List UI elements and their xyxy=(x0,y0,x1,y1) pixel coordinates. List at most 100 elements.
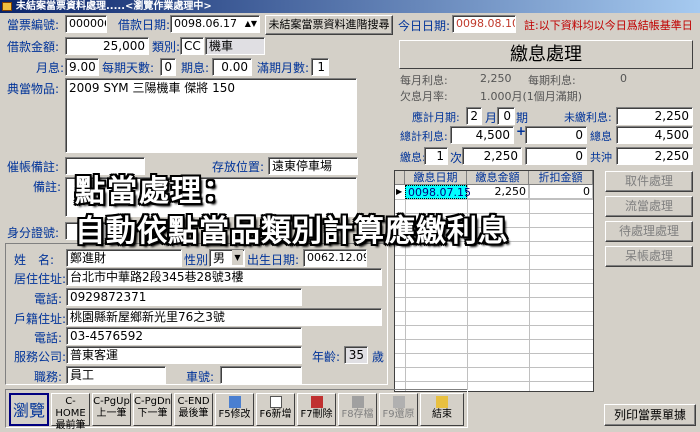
name-label: 姓 名: xyxy=(14,253,55,267)
pay-amount-field[interactable]: 2,250 xyxy=(462,147,522,165)
sex-label: 性別 xyxy=(184,253,209,267)
window-title-bar: 未結案當票資料處理.....<瀏覽作業處理中> xyxy=(0,0,700,13)
cell-discount[interactable]: 0 xyxy=(529,185,593,199)
address-field[interactable]: 台北市中華路2段345巷28號3樓 xyxy=(66,268,382,286)
unpaid-label: 未繳利息: xyxy=(564,111,612,124)
cell-date[interactable]: 0098.07.15 xyxy=(405,185,471,199)
age-label: 年齡: xyxy=(312,350,341,364)
sum-field: 2,250 xyxy=(616,147,693,165)
overdue-value: 1.000月(1個月滿期) xyxy=(480,90,583,103)
age-field: 35 xyxy=(344,346,368,364)
grid-corner xyxy=(395,171,405,185)
interest-title: 繳息處理 xyxy=(399,40,693,69)
job-field[interactable]: 員工 xyxy=(66,366,166,384)
item-field[interactable]: 2009 SYM 三陽機車 傑將 150 xyxy=(65,78,357,153)
spin-icon[interactable]: ▲▼ xyxy=(245,16,257,32)
reg-phone-label: 電話: xyxy=(34,331,63,345)
table-row[interactable]: ▶ 0098.07.15 2,250 0 xyxy=(395,185,593,199)
grid-header-discount[interactable]: 折扣金額 xyxy=(529,171,593,185)
reg-address-field[interactable]: 桃園縣新屋鄉新光里76之3號 xyxy=(66,308,382,326)
total-field: 4,500 xyxy=(450,126,514,144)
next-record-button[interactable]: C-PgDn 下一筆 xyxy=(133,393,172,426)
app-icon xyxy=(2,2,12,11)
print-ticket-button[interactable]: 列印當票單據 xyxy=(604,404,696,426)
calc-period-field[interactable]: 0 xyxy=(497,107,515,125)
undo-icon xyxy=(392,396,405,408)
birth-field[interactable]: 0062.12.09 xyxy=(303,249,367,267)
forfeit-button[interactable]: 流當處理 xyxy=(605,196,693,217)
advanced-search-button[interactable]: 未結案當票資料進階搜尋 xyxy=(265,15,393,35)
exit-door-icon xyxy=(436,396,448,408)
new-document-icon xyxy=(269,396,282,408)
today-label: 今日日期: xyxy=(398,19,451,33)
job-label: 職務: xyxy=(34,370,63,384)
car-field[interactable] xyxy=(220,366,302,384)
full-field[interactable]: 1 xyxy=(311,58,329,76)
memo-label: 備註: xyxy=(33,180,62,194)
bad-debt-button[interactable]: 呆帳處理 xyxy=(605,246,693,267)
grid-header-amount[interactable]: 繳息金額 xyxy=(467,171,529,185)
days-field[interactable]: 0 xyxy=(160,58,176,76)
exit-button[interactable]: 結束 xyxy=(420,393,464,426)
category-code-field[interactable]: CC xyxy=(180,37,204,55)
save-button[interactable]: F8存檔 xyxy=(338,393,377,426)
category-label: 類別: xyxy=(152,40,181,54)
pay-times-field[interactable]: 1 xyxy=(424,147,448,165)
browse-button[interactable]: 瀏覽 xyxy=(9,393,49,426)
today-field: 0098.08.10 xyxy=(452,15,516,33)
company-field[interactable]: 普東客運 xyxy=(66,346,302,364)
payment-grid[interactable]: 繳息日期 繳息金額 折扣金額 ▶ 0098.07.15 2,250 0 xyxy=(394,170,594,392)
add-button[interactable]: F6新增 xyxy=(256,393,295,426)
pickup-button[interactable]: 取件處理 xyxy=(605,171,693,192)
delete-icon xyxy=(310,396,323,408)
full-label: 滿期月數: xyxy=(257,61,310,75)
first-record-button[interactable]: C-HOME 最前筆 xyxy=(51,393,90,431)
age-unit: 歲 xyxy=(372,350,385,364)
ticket-no-label: 當票編號: xyxy=(7,18,60,32)
loan-date-label: 借款日期: xyxy=(118,18,171,32)
monthly-value: 2,250 xyxy=(480,72,512,85)
cell-amount[interactable]: 2,250 xyxy=(467,185,529,199)
id-label: 身分證號: xyxy=(7,226,60,240)
item-label: 典當物品: xyxy=(7,82,60,96)
delete-button[interactable]: F7刪除 xyxy=(297,393,336,426)
phone-label: 電話: xyxy=(34,292,63,306)
remind-label: 催帳備註: xyxy=(7,160,60,174)
restore-button[interactable]: F9還原 xyxy=(379,393,418,426)
overlay-caption-line1: 點當處理： xyxy=(75,174,235,209)
calc-month-field[interactable]: 2 xyxy=(466,107,482,125)
rate-label: 月息: xyxy=(36,61,65,75)
last-record-button[interactable]: C-END 最後筆 xyxy=(174,393,213,426)
times-unit: 次 xyxy=(450,151,463,165)
ticket-no-field[interactable]: 000006 xyxy=(65,15,107,33)
unpaid-field: 2,250 xyxy=(616,107,693,125)
sum-label: 共沖 xyxy=(590,151,612,164)
per-period-label: 每期利息: xyxy=(528,74,576,87)
dropdown-arrow-icon[interactable]: ▼ xyxy=(232,250,243,265)
month-unit: 月 xyxy=(485,111,498,125)
name-field[interactable]: 鄭進財 xyxy=(66,249,182,267)
location-field[interactable]: 遠東停車場 xyxy=(268,157,358,175)
period-field[interactable]: 0.00 xyxy=(212,58,252,76)
pending-button[interactable]: 待處理處理 xyxy=(605,221,693,242)
rate-field[interactable]: 9.00 xyxy=(65,58,99,76)
grid-header-date[interactable]: 繳息日期 xyxy=(405,171,467,185)
pay-extra-field[interactable]: 0 xyxy=(525,147,587,165)
birth-label: 出生日期: xyxy=(247,253,300,267)
monthly-label: 每月利息: xyxy=(400,74,448,87)
row-pointer-icon: ▶ xyxy=(396,187,403,196)
window-title: 未結案當票資料處理.....<瀏覽作業處理中> xyxy=(16,1,212,12)
loan-date-field[interactable]: 0098.06.17 ▲▼ xyxy=(170,15,260,33)
plus-field[interactable]: 0 xyxy=(525,126,587,144)
sex-select[interactable]: 男 ▼ xyxy=(209,249,245,267)
phone-field[interactable]: 0929872371 xyxy=(66,288,302,306)
prev-record-button[interactable]: C-PgUp 上一筆 xyxy=(92,393,131,426)
per-period-value: 0 xyxy=(620,72,627,85)
amount-field[interactable]: 25,000 xyxy=(65,37,149,55)
base-date-note: 註:以下資料均以今日爲結帳基準日 xyxy=(524,19,693,32)
edit-icon xyxy=(228,396,241,408)
reg-address-label: 戶籍住址: xyxy=(14,312,67,326)
edit-button[interactable]: F5修改 xyxy=(215,393,254,426)
overlay-caption-line2: 自動依點當品類別計算應繳利息 xyxy=(75,214,509,249)
reg-phone-field[interactable]: 03-4576592 xyxy=(66,327,302,345)
